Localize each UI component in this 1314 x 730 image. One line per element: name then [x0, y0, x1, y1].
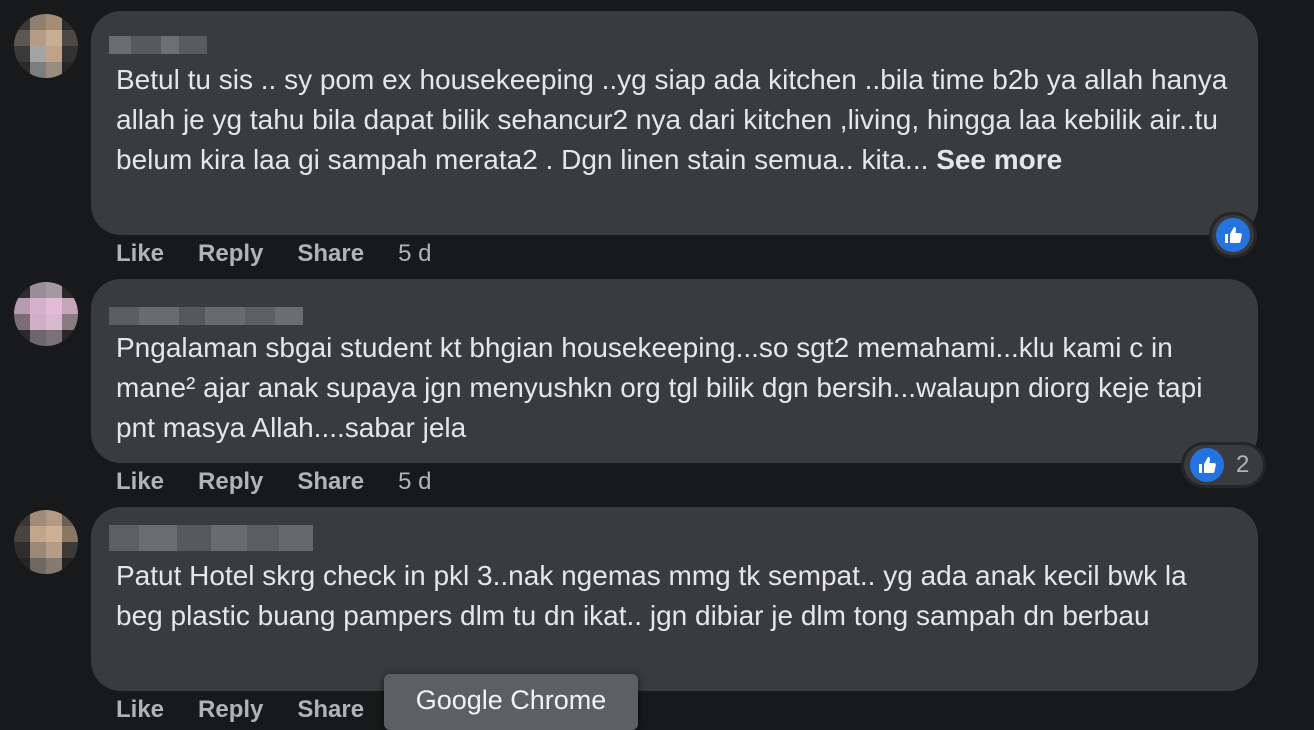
comment-bubble: Patut Hotel skrg check in pkl 3..nak nge… [91, 507, 1258, 691]
avatar[interactable] [14, 510, 78, 574]
like-button[interactable]: Like [116, 696, 164, 724]
share-button[interactable]: Share [297, 696, 364, 724]
author-name-redacted[interactable] [109, 525, 313, 551]
comment-text: Patut Hotel skrg check in pkl 3..nak nge… [116, 560, 1195, 631]
comment-3: Patut Hotel skrg check in pkl 3..nak nge… [0, 0, 1314, 724]
reply-button[interactable]: Reply [198, 696, 263, 724]
